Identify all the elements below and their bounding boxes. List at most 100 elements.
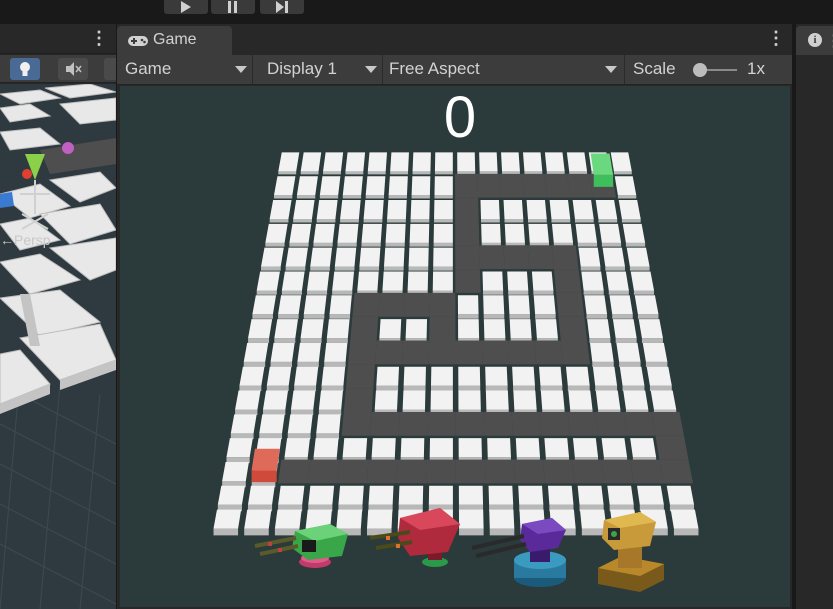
tile[interactable] bbox=[483, 319, 506, 339]
tile[interactable] bbox=[575, 223, 598, 243]
tile[interactable] bbox=[388, 176, 408, 196]
tile[interactable] bbox=[332, 271, 355, 291]
tile[interactable] bbox=[247, 485, 275, 505]
tab-game[interactable]: Game bbox=[117, 26, 232, 55]
tile[interactable] bbox=[274, 319, 298, 339]
tile[interactable] bbox=[637, 485, 664, 505]
tile[interactable] bbox=[584, 295, 608, 315]
tile[interactable] bbox=[480, 200, 500, 220]
tile[interactable] bbox=[433, 223, 453, 243]
tile[interactable] bbox=[528, 223, 549, 243]
tile[interactable] bbox=[535, 319, 558, 339]
tile[interactable] bbox=[433, 247, 453, 267]
tile[interactable] bbox=[434, 200, 453, 220]
tile[interactable] bbox=[666, 485, 695, 505]
tile[interactable] bbox=[366, 509, 393, 529]
goal-cube[interactable] bbox=[590, 153, 614, 187]
tile[interactable] bbox=[539, 366, 563, 386]
tile[interactable] bbox=[522, 152, 543, 172]
tile[interactable] bbox=[485, 390, 509, 410]
tile[interactable] bbox=[235, 390, 261, 410]
tile[interactable] bbox=[458, 390, 481, 410]
tile[interactable] bbox=[293, 200, 315, 220]
tile[interactable] bbox=[488, 485, 514, 505]
tile[interactable] bbox=[402, 390, 426, 410]
tile[interactable] bbox=[565, 366, 590, 386]
tile[interactable] bbox=[410, 200, 430, 220]
tile[interactable] bbox=[623, 390, 649, 410]
tile[interactable] bbox=[274, 509, 302, 529]
tile[interactable] bbox=[306, 271, 330, 291]
tile[interactable] bbox=[390, 152, 409, 172]
tile[interactable] bbox=[592, 366, 618, 386]
tile[interactable] bbox=[409, 223, 430, 243]
tile[interactable] bbox=[601, 438, 628, 458]
tile[interactable] bbox=[329, 295, 352, 315]
pause-button[interactable] bbox=[211, 0, 255, 14]
tile[interactable] bbox=[544, 152, 565, 172]
tile[interactable] bbox=[321, 366, 346, 386]
tile[interactable] bbox=[630, 271, 655, 291]
inspector-menu-icon[interactable]: ⋮ bbox=[826, 31, 833, 51]
scene-viewport[interactable]: ←Persp bbox=[0, 84, 116, 609]
tile[interactable] bbox=[266, 366, 292, 386]
persp-label[interactable]: ←Persp bbox=[0, 232, 51, 248]
tile[interactable] bbox=[300, 152, 322, 172]
tile[interactable] bbox=[265, 223, 288, 243]
tile[interactable] bbox=[430, 366, 453, 386]
tile[interactable] bbox=[508, 295, 530, 315]
tile[interactable] bbox=[256, 271, 280, 291]
tile[interactable] bbox=[405, 319, 428, 339]
tile[interactable] bbox=[595, 200, 618, 220]
tile[interactable] bbox=[622, 223, 646, 243]
tile[interactable] bbox=[273, 176, 296, 196]
play-button[interactable] bbox=[164, 0, 208, 14]
tile[interactable] bbox=[243, 342, 269, 362]
tile[interactable] bbox=[512, 366, 535, 386]
tile[interactable] bbox=[572, 200, 594, 220]
tile[interactable] bbox=[489, 509, 515, 529]
tile[interactable] bbox=[599, 223, 622, 243]
tile[interactable] bbox=[614, 176, 637, 196]
tile[interactable] bbox=[278, 295, 302, 315]
tile[interactable] bbox=[230, 414, 257, 434]
tile[interactable] bbox=[487, 438, 511, 458]
tile[interactable] bbox=[501, 152, 520, 172]
tile[interactable] bbox=[642, 342, 668, 362]
tile[interactable] bbox=[387, 200, 407, 220]
kebab-menu-icon[interactable]: ⋮ bbox=[767, 28, 785, 49]
tile[interactable] bbox=[376, 366, 400, 386]
tile[interactable] bbox=[342, 176, 363, 196]
tile[interactable] bbox=[278, 152, 300, 172]
tile[interactable] bbox=[457, 295, 479, 315]
tile[interactable] bbox=[297, 342, 322, 362]
tile[interactable] bbox=[269, 200, 292, 220]
tile[interactable] bbox=[568, 390, 593, 410]
tile[interactable] bbox=[318, 390, 343, 410]
tile[interactable] bbox=[572, 438, 599, 458]
tile[interactable] bbox=[507, 271, 529, 291]
tile[interactable] bbox=[544, 438, 570, 458]
tile[interactable] bbox=[607, 485, 634, 505]
tile[interactable] bbox=[547, 485, 574, 505]
tile[interactable] bbox=[400, 438, 425, 458]
tile[interactable] bbox=[458, 485, 484, 505]
tile[interactable] bbox=[430, 390, 453, 410]
tile[interactable] bbox=[281, 271, 305, 291]
tile[interactable] bbox=[367, 152, 388, 172]
tile[interactable] bbox=[278, 485, 305, 505]
effects-toggle-button[interactable] bbox=[104, 58, 116, 80]
tile[interactable] bbox=[285, 247, 308, 267]
tile[interactable] bbox=[638, 319, 663, 339]
tile[interactable] bbox=[485, 366, 508, 386]
tile[interactable] bbox=[319, 176, 341, 196]
tile[interactable] bbox=[606, 271, 629, 291]
tile[interactable] bbox=[338, 485, 364, 505]
tile[interactable] bbox=[581, 271, 604, 291]
tile[interactable] bbox=[259, 414, 285, 434]
tile[interactable] bbox=[213, 509, 242, 529]
tile[interactable] bbox=[308, 485, 335, 505]
tile[interactable] bbox=[342, 438, 368, 458]
tile[interactable] bbox=[382, 271, 404, 291]
tile[interactable] bbox=[587, 319, 611, 339]
